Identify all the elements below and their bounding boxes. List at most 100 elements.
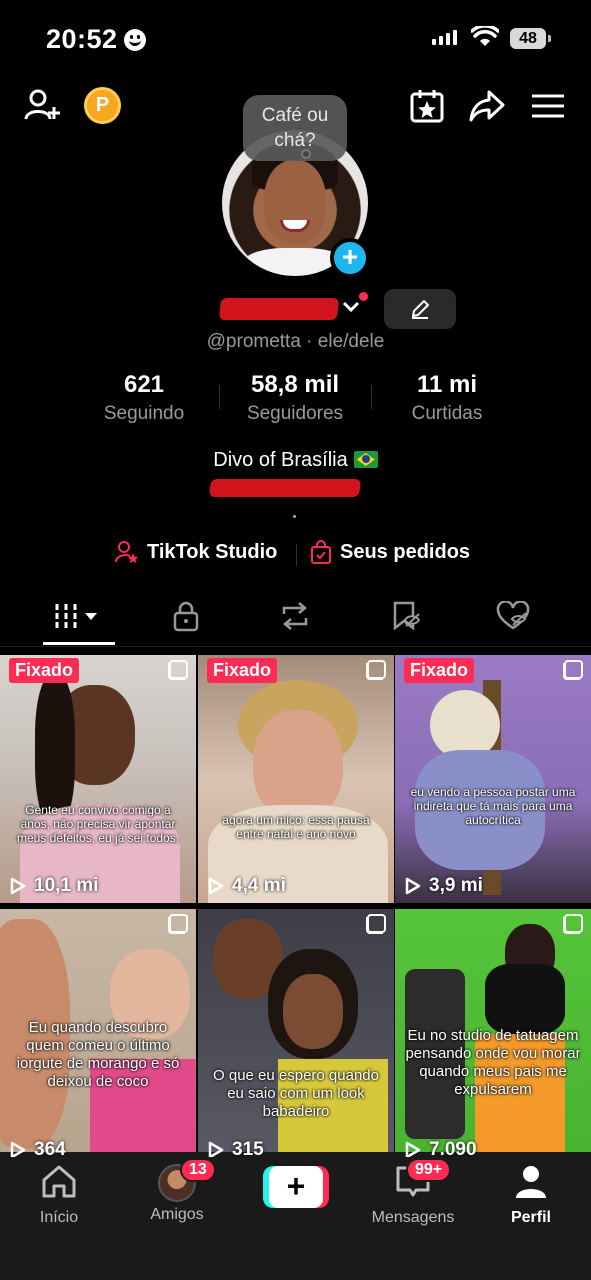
nav-friends-label: Amigos [150, 1206, 204, 1223]
nav-profile-label: Perfil [510, 1209, 551, 1226]
heart-hidden-icon [496, 601, 530, 630]
battery-indicator: 48 [510, 28, 551, 49]
bottom-nav: Início Amigos 13 + Mensagens 99+ Perfil [0, 1152, 591, 1280]
plus-icon: + [269, 1166, 323, 1208]
share-icon[interactable] [467, 86, 507, 126]
play-icon [405, 877, 421, 895]
coins-icon[interactable]: P [84, 87, 121, 124]
view-count-text: 7.090 [429, 1139, 477, 1157]
view-count: 10,1 mi [10, 875, 98, 897]
view-count-text: 364 [34, 1139, 66, 1157]
video-caption: Eu no studio de tatuagem pensando onde v… [405, 1027, 581, 1098]
person-star-icon [115, 541, 138, 563]
nav-home-label: Início [39, 1209, 79, 1226]
repost-icon [282, 602, 308, 630]
view-count: 7.090 [405, 1139, 477, 1157]
bookmark-hidden-icon [393, 601, 421, 631]
tab-private[interactable] [146, 594, 226, 638]
stat-label: Seguindo [103, 403, 185, 424]
stat-value: 58,8 mil [250, 371, 340, 398]
view-count-text: 3,9 mi [429, 875, 483, 896]
play-icon [10, 877, 26, 895]
play-icon [208, 1141, 224, 1157]
calendar-star-icon[interactable] [407, 86, 447, 126]
add-story-button[interactable]: + [330, 238, 370, 278]
redacted-display-name [218, 298, 340, 320]
multi-video-icon [168, 660, 188, 680]
video-thumbnail[interactable]: Fixado agora um mico: essa pausa entre n… [198, 655, 394, 903]
notification-dot [359, 292, 368, 301]
create-button[interactable]: + [263, 1166, 329, 1208]
multi-video-icon [563, 660, 583, 680]
pencil-icon [412, 300, 429, 319]
nav-friends[interactable]: Amigos 13 [122, 1158, 232, 1224]
stat-following[interactable]: 621 Seguindo [69, 371, 219, 425]
video-caption: O que eu espero quando eu saio com um lo… [213, 1067, 379, 1120]
tab-videos[interactable] [38, 594, 118, 638]
video-caption: eu vendo a pessoa postar uma indireta qu… [410, 785, 576, 827]
video-thumbnail[interactable]: O que eu espero quando eu saio com um lo… [198, 909, 394, 1157]
play-icon [10, 1141, 26, 1157]
bio-dot [293, 515, 296, 518]
tab-reposts[interactable] [255, 594, 335, 638]
wifi-icon [471, 26, 499, 46]
stat-value: 11 mi [416, 371, 478, 398]
profile-note-bubble[interactable]: Café ou chá? [243, 95, 347, 161]
cellular-signal-icon [432, 29, 457, 45]
tab-favorites[interactable] [366, 594, 446, 638]
brazil-flag-icon [353, 451, 378, 468]
stat-followers[interactable]: 58,8 mil Seguidores [220, 371, 370, 425]
view-count: 3,9 mi [405, 875, 483, 897]
profile-bio: Divo of Brasília [0, 449, 591, 472]
stat-likes[interactable]: 11 mi Curtidas [372, 371, 522, 425]
video-thumbnail[interactable]: Fixado Gente eu convivo comigo a anos, n… [0, 655, 196, 903]
video-caption: agora um mico: essa pausa entre natal e … [222, 813, 370, 841]
tab-liked[interactable] [473, 594, 553, 638]
multi-video-icon [366, 660, 386, 680]
tiktok-studio-link[interactable]: TikTok Studio [115, 540, 277, 564]
profile-tabs [0, 594, 591, 648]
lock-icon [173, 601, 199, 632]
note-text: Café ou chá? [261, 105, 329, 151]
play-icon [208, 877, 224, 895]
edit-profile-button[interactable] [384, 289, 456, 329]
multi-video-icon [366, 914, 386, 934]
messages-badge: 99+ [406, 1158, 452, 1182]
status-time: 20:52 [46, 24, 118, 54]
grid-dropdown-icon [55, 604, 97, 628]
video-caption: Eu quando descubro quem comeu o último i… [16, 1019, 180, 1090]
status-bar: 20:52 48 [0, 0, 591, 80]
nav-messages[interactable]: Mensagens 99+ [358, 1158, 468, 1227]
shopping-bag-icon [311, 540, 331, 564]
person-icon [516, 1166, 546, 1198]
video-caption: Gente eu convivo comigo a anos, não prec… [16, 803, 180, 845]
play-icon [405, 1141, 421, 1157]
profile-links: TikTok Studio Seus pedidos [0, 540, 591, 570]
pinned-badge: Fixado [207, 658, 278, 683]
active-tab-indicator [43, 642, 115, 645]
focus-smiley-icon [124, 29, 146, 51]
view-count: 315 [208, 1139, 264, 1157]
view-count: 4,4 mi [208, 875, 286, 897]
view-count-text: 315 [232, 1139, 264, 1157]
menu-icon[interactable] [528, 86, 568, 126]
profile-handle: @prometta · ele/dele [206, 331, 385, 352]
view-count-text: 4,4 mi [232, 875, 286, 896]
video-thumbnail[interactable]: Fixado eu vendo a pessoa postar uma indi… [395, 655, 591, 903]
nav-profile[interactable]: Perfil [476, 1164, 586, 1227]
pinned-badge: Fixado [404, 658, 475, 683]
add-friend-icon[interactable] [22, 86, 62, 126]
view-count-text: 10,1 mi [34, 875, 99, 896]
bio-text: Divo of Brasília [213, 449, 348, 471]
nav-home[interactable]: Início [4, 1164, 114, 1227]
home-icon [42, 1165, 76, 1198]
chevron-down-icon[interactable] [340, 296, 362, 318]
video-thumbnail[interactable]: Eu no studio de tatuagem pensando onde v… [395, 909, 591, 1157]
friends-badge: 13 [180, 1158, 216, 1182]
stat-label: Seguidores [246, 403, 344, 424]
orders-link[interactable]: Seus pedidos [310, 540, 470, 564]
multi-video-icon [563, 914, 583, 934]
redacted-bio-line [208, 479, 362, 497]
video-thumbnail[interactable]: Eu quando descubro quem comeu o último i… [0, 909, 196, 1157]
pinned-badge: Fixado [9, 658, 80, 683]
